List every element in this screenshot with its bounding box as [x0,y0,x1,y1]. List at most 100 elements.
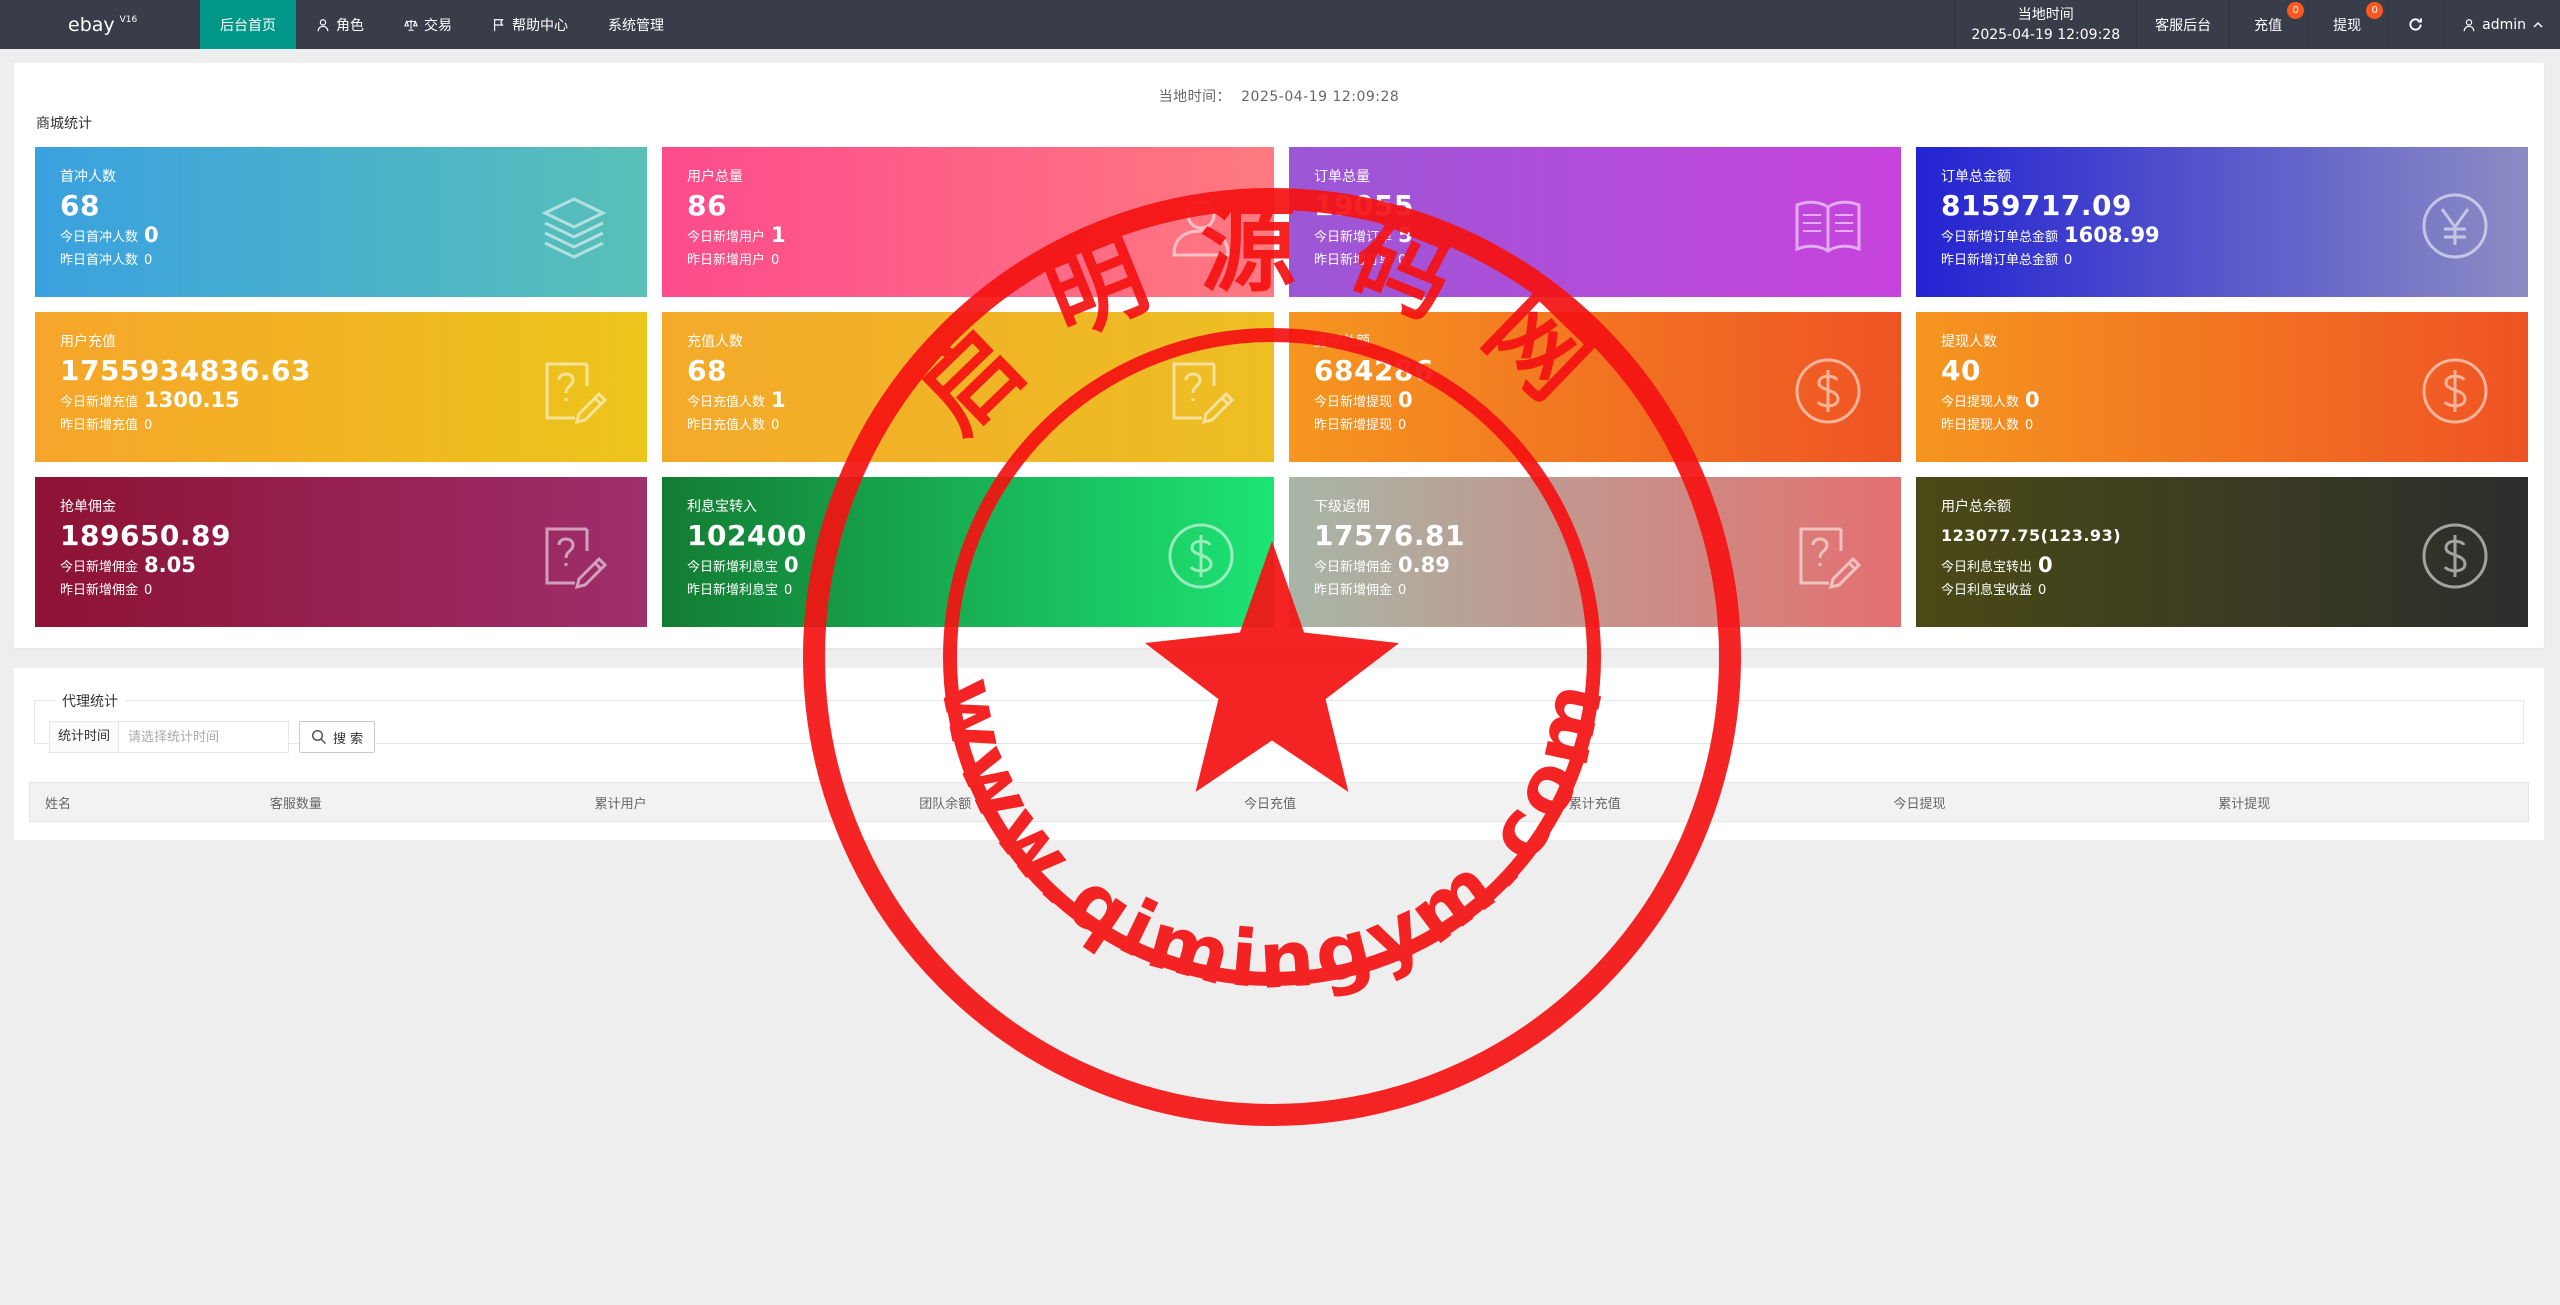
stat-card-value: 123077.75(123.93) [1941,526,2122,545]
header-right: 当地时间 2025-04-19 12:09:28 客服后台 充值 0 提现 0 … [1954,0,2560,49]
stat-card-today-label: 今日提现人数 [1941,395,2020,410]
stat-card-today: 今日首冲人数 0 [60,223,622,250]
stat-card-today: 今日充值人数 1 [687,388,1249,415]
stat-cards-grid: 首冲人数 68 今日首冲人数 0 昨日首冲人数 0 用户总量 86 今日新增用户 1 … [35,147,2528,627]
edit-doc-icon [1172,362,1235,425]
nav-item-trade[interactable]: 交易 [384,0,472,49]
withdraw-badge: 0 [2366,2,2384,19]
edit-doc-icon [545,527,608,590]
stat-card-today: 今日新增利息宝 0 [687,553,1249,580]
stat-card: 提现人数 40 今日提现人数 0 昨日提现人数 0 [1916,312,2528,462]
stat-card-yesterday: 昨日新增利息宝 0 [687,580,1249,602]
stat-card: 用户充值 1755934836.63 今日新增充值 1300.15 昨日新增充值 0 [35,312,647,462]
dollar-icon [2422,523,2488,589]
nav-item-label: 帮助中心 [512,17,568,34]
stat-card-value: 19055 [1314,189,1414,222]
dollar-icon [2422,358,2488,424]
stat-card-value: 17576.81 [1314,519,1466,552]
stat-card-yesterday-label: 昨日首冲人数 [60,253,139,268]
search-button[interactable]: 搜 索 [299,721,376,753]
chevron-up-icon [2533,21,2543,28]
stat-card-today-value: 1 [771,223,786,247]
withdraw-link[interactable]: 提现 0 [2308,0,2387,49]
stat-card-yesterday: 昨日提现人数 0 [1941,415,2503,437]
header-time-value: 2025-04-19 12:09:28 [1971,26,2121,43]
stat-card-yesterday: 昨日充值人数 0 [687,415,1249,437]
table-header-cell: 今日提现 [1893,796,1946,812]
nav-item-role[interactable]: 角色 [296,0,384,49]
stat-card-value: 684286 [1314,354,1434,387]
header-time-label: 当地时间 [2017,6,2074,23]
stat-card-yesterday-value: 0 [784,583,793,598]
stat-card-today-value: 5 [1398,223,1413,247]
scale-icon [404,19,418,31]
agent-legend: 代理统计 [55,691,125,711]
stat-card-today: 今日新增订单总金额 1608.99 [1941,223,2503,250]
recharge-badge: 0 [2287,2,2305,19]
user-icon [2463,18,2475,31]
stat-card-yesterday-value: 0 [144,253,153,268]
stat-card: 用户总余额 123077.75(123.93) 今日利息宝转出 0 今日利息宝收益… [1916,477,2528,627]
brand-logo[interactable]: ebay V16 [0,0,200,49]
stat-card-yesterday-label: 昨日新增提现 [1314,418,1393,433]
edit-doc-icon [1799,527,1862,590]
stat-card-today: 今日新增用户 1 [687,223,1249,250]
stat-card-yesterday: 昨日新增订单总金额 0 [1941,250,2503,272]
refresh-button[interactable] [2387,0,2443,49]
stat-card-today-value: 0 [1398,388,1413,412]
stat-card-today-label: 今日利息宝转出 [1941,560,2033,575]
filter-label: 统计时间 [49,721,120,753]
stat-card-yesterday-label: 昨日新增订单 [1314,253,1393,268]
stat-card: 用户总量 86 今日新增用户 1 昨日新增用户 0 [662,147,1274,297]
stat-card-yesterday-value: 0 [2064,253,2073,268]
stat-card: 提现总额 684286 今日新增提现 0 昨日新增提现 0 [1289,312,1901,462]
stat-card-yesterday-label: 昨日新增佣金 [60,583,139,598]
nav-item-label: 后台首页 [220,17,276,34]
brand-version: V16 [119,14,138,25]
stat-card-title: 抢单佣金 [60,499,116,515]
stat-card-title: 订单总金额 [1941,169,2011,185]
table-header-cell: 今日充值 [1244,796,1297,812]
stat-card-yesterday-value: 0 [144,583,153,598]
stat-card-today-label: 今日新增充值 [60,395,139,410]
stat-card: 抢单佣金 189650.89 今日新增佣金 8.05 昨日新增佣金 0 [35,477,647,627]
stat-card-yesterday-value: 0 [1398,418,1407,433]
table-header-cell: 团队余额 [919,796,972,812]
stat-card-yesterday-value: 0 [771,418,780,433]
stat-card-today-value: 0 [2038,553,2053,577]
stat-card-title: 用户充值 [60,334,116,350]
stat-card-today-label: 今日充值人数 [687,395,766,410]
stat-card-yesterday: 昨日新增订单 0 [1314,250,1876,272]
stat-card-today-value: 0 [784,553,799,577]
stat-card-value: 86 [687,189,727,222]
service-backend-link[interactable]: 客服后台 [2136,0,2229,49]
stat-card: 首冲人数 68 今日首冲人数 0 昨日首冲人数 0 [35,147,647,297]
nav-item-help[interactable]: 帮助中心 [472,0,588,49]
users-icon [1172,200,1230,257]
user-menu[interactable]: admin [2443,0,2560,49]
recharge-link[interactable]: 充值 0 [2229,0,2308,49]
stat-card-today-value: 0 [2025,388,2040,412]
stat-card: 下级返佣 17576.81 今日新增佣金 0.89 昨日新增佣金 0 [1289,477,1901,627]
stat-card-today: 今日新增充值 1300.15 [60,388,622,415]
table-header-cell: 姓名 [45,796,72,812]
mall-stats-panel: 当地时间： 2025-04-19 12:09:28 商城统计 首冲人数 68 今日… [14,63,2544,648]
dollar-icon [1168,523,1234,589]
stat-time-input[interactable] [119,721,290,753]
main-nav: 后台首页 角色 交易 帮助中心 系统管理 [200,0,684,49]
agent-fieldset: 代理统计 [34,691,2524,744]
edit-doc-icon [545,362,608,425]
stat-card: 订单总量 19055 今日新增订单 5 昨日新增订单 0 [1289,147,1901,297]
stat-card-today-value: 1300.15 [144,388,240,412]
dollar-icon [1795,358,1861,424]
nav-item-label: 交易 [424,17,452,34]
withdraw-label: 提现 [2333,17,2362,34]
stat-card-today-label: 今日首冲人数 [60,230,139,245]
stat-card-value: 8159717.09 [1941,189,2132,222]
stat-card-today-value: 1608.99 [2064,223,2160,247]
stat-card: 订单总金额 8159717.09 今日新增订单总金额 1608.99 昨日新增订单… [1916,147,2528,297]
local-time: 当地时间： 2025-04-19 12:09:28 [14,86,2544,106]
nav-item-home[interactable]: 后台首页 [200,0,296,49]
nav-item-system[interactable]: 系统管理 [588,0,684,49]
stat-card-today-label: 今日新增用户 [687,230,766,245]
